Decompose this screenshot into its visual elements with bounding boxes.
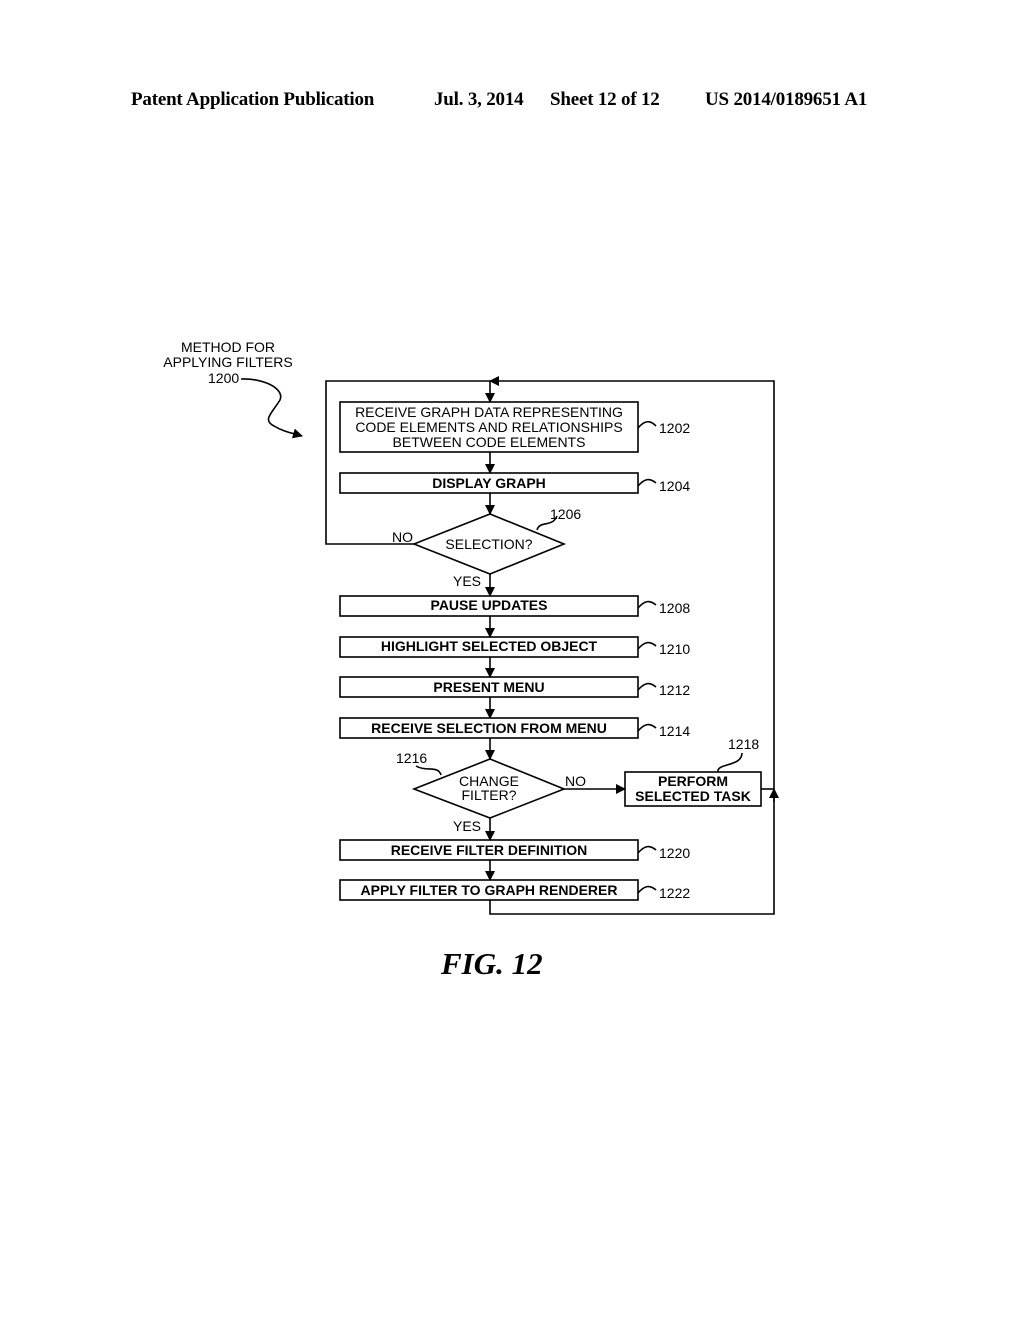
step-1202-ref: 1202 — [659, 420, 690, 436]
step-1202-line1: RECEIVE GRAPH DATA REPRESENTING — [355, 404, 623, 420]
step-1204-ref: 1204 — [659, 478, 690, 494]
step-1218-line1: PERFORM — [658, 773, 728, 789]
step-1210-ref: 1210 — [659, 641, 690, 657]
step-1218-ref: 1218 — [728, 736, 759, 752]
step-1218-line2: SELECTED TASK — [635, 788, 751, 804]
step-1214-label: RECEIVE SELECTION FROM MENU — [371, 720, 607, 736]
step-1220-label: RECEIVE FILTER DEFINITION — [391, 842, 588, 858]
step-1212-label: PRESENT MENU — [433, 679, 544, 695]
step-1208-label: PAUSE UPDATES — [431, 597, 548, 613]
method-label-line2: APPLYING FILTERS — [163, 354, 292, 370]
step-1222-ref: 1222 — [659, 885, 690, 901]
step-1212-ref: 1212 — [659, 682, 690, 698]
decision-1216-line2: FILTER? — [462, 787, 517, 803]
step-1214-ref: 1214 — [659, 723, 690, 739]
step-1204-label: DISPLAY GRAPH — [432, 475, 546, 491]
flowchart: METHOD FOR APPLYING FILTERS 1200 RECEIVE… — [163, 339, 779, 915]
step-1210-label: HIGHLIGHT SELECTED OBJECT — [381, 638, 598, 654]
decision-1206-label: SELECTION? — [445, 536, 532, 552]
decision-1206-no: NO — [392, 529, 413, 545]
method-ref: 1200 — [208, 370, 239, 386]
step-1222-label: APPLY FILTER TO GRAPH RENDERER — [361, 882, 618, 898]
method-label-line1: METHOD FOR — [181, 339, 275, 355]
decision-1206-yes: YES — [453, 573, 481, 589]
decision-1206-ref: 1206 — [550, 506, 581, 522]
decision-1216-yes: YES — [453, 818, 481, 834]
decision-1216-ref: 1216 — [396, 750, 427, 766]
method-pointer-arrow — [240, 378, 303, 439]
step-1208-ref: 1208 — [659, 600, 690, 616]
step-1202-line3: BETWEEN CODE ELEMENTS — [393, 434, 586, 450]
decision-1216-no: NO — [565, 773, 586, 789]
step-1202-line2: CODE ELEMENTS AND RELATIONSHIPS — [355, 419, 622, 435]
step-1220-ref: 1220 — [659, 845, 690, 861]
figure-caption: FIG. 12 — [441, 946, 543, 981]
